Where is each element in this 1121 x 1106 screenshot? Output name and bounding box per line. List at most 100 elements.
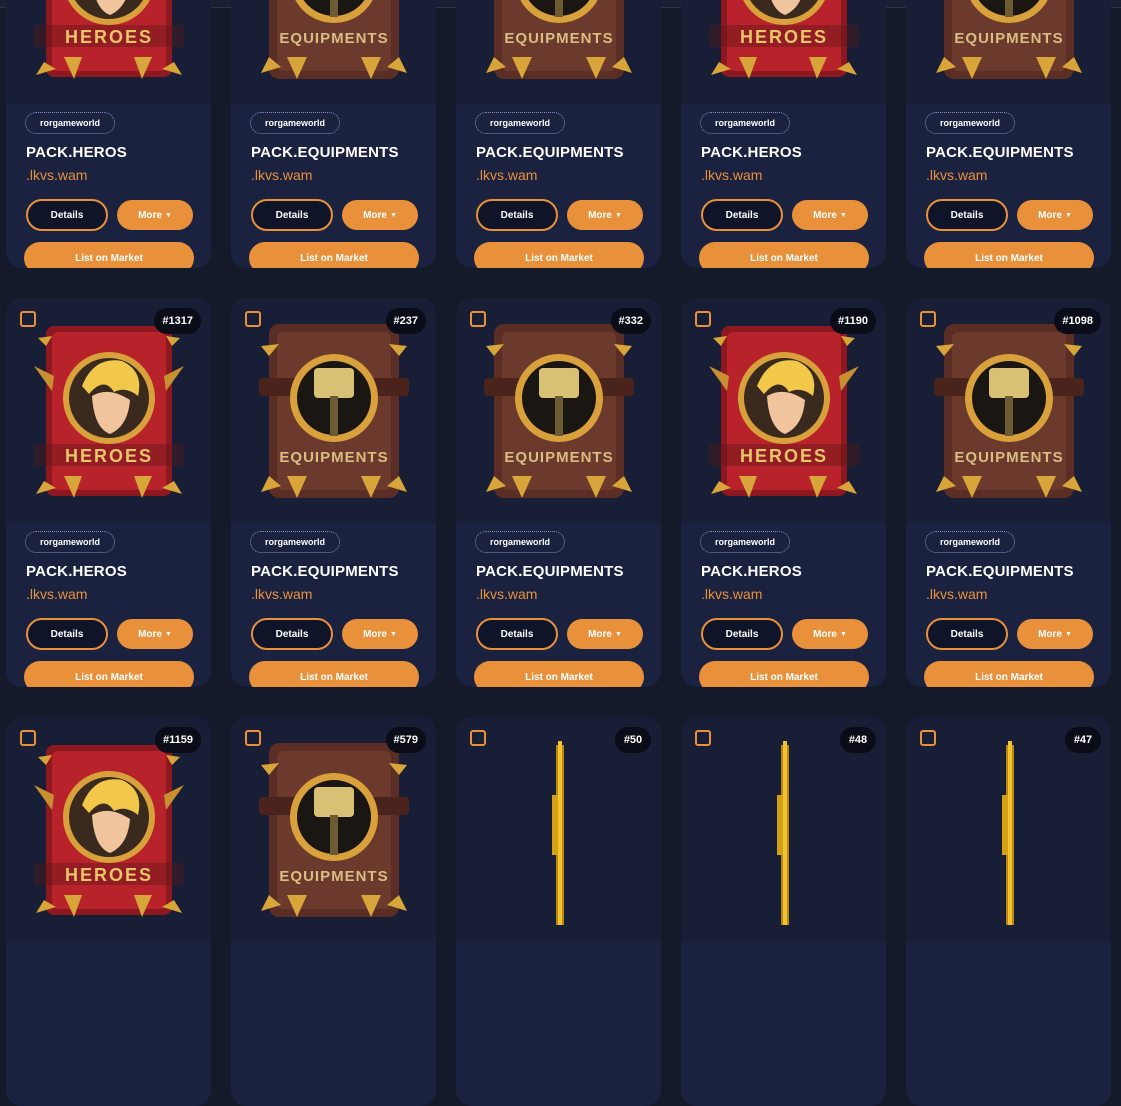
- nft-card[interactable]: EQUIPMENTS rorgameworld PACK.EQUIPMENTS .l…: [231, 0, 436, 268]
- select-checkbox[interactable]: [470, 311, 486, 327]
- more-button[interactable]: More ▼: [567, 619, 643, 649]
- creator-account[interactable]: .lkvs.wam: [251, 586, 312, 602]
- more-button-label: More: [588, 628, 612, 640]
- more-button-label: More: [1038, 628, 1062, 640]
- creator-account[interactable]: .lkvs.wam: [701, 167, 762, 183]
- list-on-market-button[interactable]: List on Market: [699, 242, 869, 268]
- details-button[interactable]: Details: [926, 199, 1008, 231]
- more-button-label: More: [363, 628, 387, 640]
- nft-card[interactable]: EQUIPMENTS #237 rorgameworld PACK.EQUIPMEN…: [231, 298, 436, 687]
- nft-card[interactable]: EQUIPMENTS #1098 rorgameworld PACK.EQUIPME…: [906, 298, 1111, 687]
- details-button[interactable]: Details: [26, 199, 108, 231]
- details-button[interactable]: Details: [476, 199, 558, 231]
- list-on-market-button[interactable]: List on Market: [24, 242, 194, 268]
- nft-card[interactable]: EQUIPMENTS #579: [231, 717, 436, 1106]
- more-button[interactable]: More ▼: [342, 619, 418, 649]
- nft-image-area[interactable]: EQUIPMENTS: [456, 0, 661, 104]
- more-button[interactable]: More ▼: [1017, 200, 1093, 230]
- nft-image-area[interactable]: HEROES: [6, 0, 211, 104]
- nft-card[interactable]: #50: [456, 717, 661, 1106]
- creator-account[interactable]: .lkvs.wam: [926, 167, 987, 183]
- collection-tag[interactable]: rorgameworld: [700, 531, 791, 553]
- nft-image-area[interactable]: HEROES: [681, 0, 886, 104]
- more-button[interactable]: More ▼: [1017, 619, 1093, 649]
- select-checkbox[interactable]: [20, 311, 36, 327]
- list-on-market-button[interactable]: List on Market: [924, 661, 1094, 687]
- collection-tag[interactable]: rorgameworld: [925, 531, 1016, 553]
- chevron-down-icon: ▼: [614, 630, 622, 638]
- collection-tag[interactable]: rorgameworld: [700, 112, 791, 134]
- more-button[interactable]: More ▼: [792, 619, 868, 649]
- list-on-market-button[interactable]: List on Market: [699, 661, 869, 687]
- list-on-market-button[interactable]: List on Market: [474, 661, 644, 687]
- collection-tag[interactable]: rorgameworld: [250, 112, 341, 134]
- nft-grid: HEROES rorgameworld PACK.HEROS .lkvs.wam De…: [6, 0, 1111, 1106]
- nft-name: PACK.HEROS: [701, 144, 802, 161]
- nft-card[interactable]: EQUIPMENTS rorgameworld PACK.EQUIPMENTS .l…: [906, 0, 1111, 268]
- more-button[interactable]: More ▼: [117, 619, 193, 649]
- collection-tag[interactable]: rorgameworld: [475, 531, 566, 553]
- details-button[interactable]: Details: [251, 618, 333, 650]
- nft-image-area[interactable]: EQUIPMENTS: [906, 0, 1111, 104]
- collection-tag[interactable]: rorgameworld: [250, 531, 341, 553]
- select-checkbox[interactable]: [245, 311, 261, 327]
- select-checkbox[interactable]: [245, 730, 261, 746]
- select-checkbox[interactable]: [695, 311, 711, 327]
- heroes-pack-art: HEROES: [34, 745, 184, 917]
- more-button-label: More: [138, 209, 162, 221]
- select-checkbox[interactable]: [20, 730, 36, 746]
- more-button[interactable]: More ▼: [792, 200, 868, 230]
- list-on-market-button[interactable]: List on Market: [924, 242, 1094, 268]
- list-on-market-button[interactable]: List on Market: [474, 242, 644, 268]
- nft-image-area[interactable]: EQUIPMENTS: [231, 0, 436, 104]
- creator-account[interactable]: .lkvs.wam: [701, 586, 762, 602]
- list-on-market-button[interactable]: List on Market: [249, 661, 419, 687]
- details-button[interactable]: Details: [251, 199, 333, 231]
- select-checkbox[interactable]: [920, 730, 936, 746]
- details-button[interactable]: Details: [26, 618, 108, 650]
- nft-card[interactable]: HEROES rorgameworld PACK.HEROS .lkvs.wam De…: [6, 0, 211, 268]
- nft-card[interactable]: HEROES rorgameworld PACK.HEROS .lkvs.wam De…: [681, 0, 886, 268]
- select-checkbox[interactable]: [920, 311, 936, 327]
- nft-name: PACK.EQUIPMENTS: [476, 563, 624, 580]
- nft-card[interactable]: HEROES #1317 rorgameworld PACK.HEROS .lkvs.…: [6, 298, 211, 687]
- nft-card[interactable]: #47: [906, 717, 1111, 1106]
- nft-card[interactable]: #48: [681, 717, 886, 1106]
- svg-text:EQUIPMENTS: EQUIPMENTS: [504, 449, 613, 466]
- svg-text:EQUIPMENTS: EQUIPMENTS: [279, 30, 388, 47]
- mint-number-badge: #50: [615, 727, 651, 753]
- more-button[interactable]: More ▼: [567, 200, 643, 230]
- collection-tag[interactable]: rorgameworld: [925, 112, 1016, 134]
- creator-account[interactable]: .lkvs.wam: [26, 586, 87, 602]
- equipments-pack-art: EQUIPMENTS: [936, 0, 1082, 79]
- nft-card[interactable]: HEROES #1190 rorgameworld PACK.HEROS .lkvs.…: [681, 298, 886, 687]
- collection-tag[interactable]: rorgameworld: [475, 112, 566, 134]
- list-on-market-button[interactable]: List on Market: [24, 661, 194, 687]
- more-button[interactable]: More ▼: [342, 200, 418, 230]
- list-on-market-button[interactable]: List on Market: [249, 242, 419, 268]
- equipments-pack-art: EQUIPMENTS: [259, 324, 409, 498]
- creator-account[interactable]: .lkvs.wam: [26, 167, 87, 183]
- collection-tag[interactable]: rorgameworld: [25, 112, 116, 134]
- nft-name: PACK.HEROS: [26, 563, 127, 580]
- nft-card[interactable]: EQUIPMENTS rorgameworld PACK.EQUIPMENTS .l…: [456, 0, 661, 268]
- creator-account[interactable]: .lkvs.wam: [476, 167, 537, 183]
- mint-number-badge: #579: [385, 727, 426, 753]
- select-checkbox[interactable]: [695, 730, 711, 746]
- creator-account[interactable]: .lkvs.wam: [251, 167, 312, 183]
- nft-card[interactable]: HEROES #1159: [6, 717, 211, 1106]
- creator-account[interactable]: .lkvs.wam: [476, 586, 537, 602]
- collection-tag[interactable]: rorgameworld: [25, 531, 116, 553]
- select-checkbox[interactable]: [470, 730, 486, 746]
- more-button[interactable]: More ▼: [117, 200, 193, 230]
- more-button-label: More: [813, 209, 837, 221]
- details-button[interactable]: Details: [701, 618, 783, 650]
- details-button[interactable]: Details: [476, 618, 558, 650]
- svg-text:HEROES: HEROES: [65, 27, 153, 47]
- nft-name: PACK.EQUIPMENTS: [926, 144, 1074, 161]
- details-button[interactable]: Details: [701, 199, 783, 231]
- creator-account[interactable]: .lkvs.wam: [926, 586, 987, 602]
- details-button[interactable]: Details: [926, 618, 1008, 650]
- nft-card[interactable]: EQUIPMENTS #332 rorgameworld PACK.EQUIPMEN…: [456, 298, 661, 687]
- chevron-down-icon: ▼: [1064, 630, 1072, 638]
